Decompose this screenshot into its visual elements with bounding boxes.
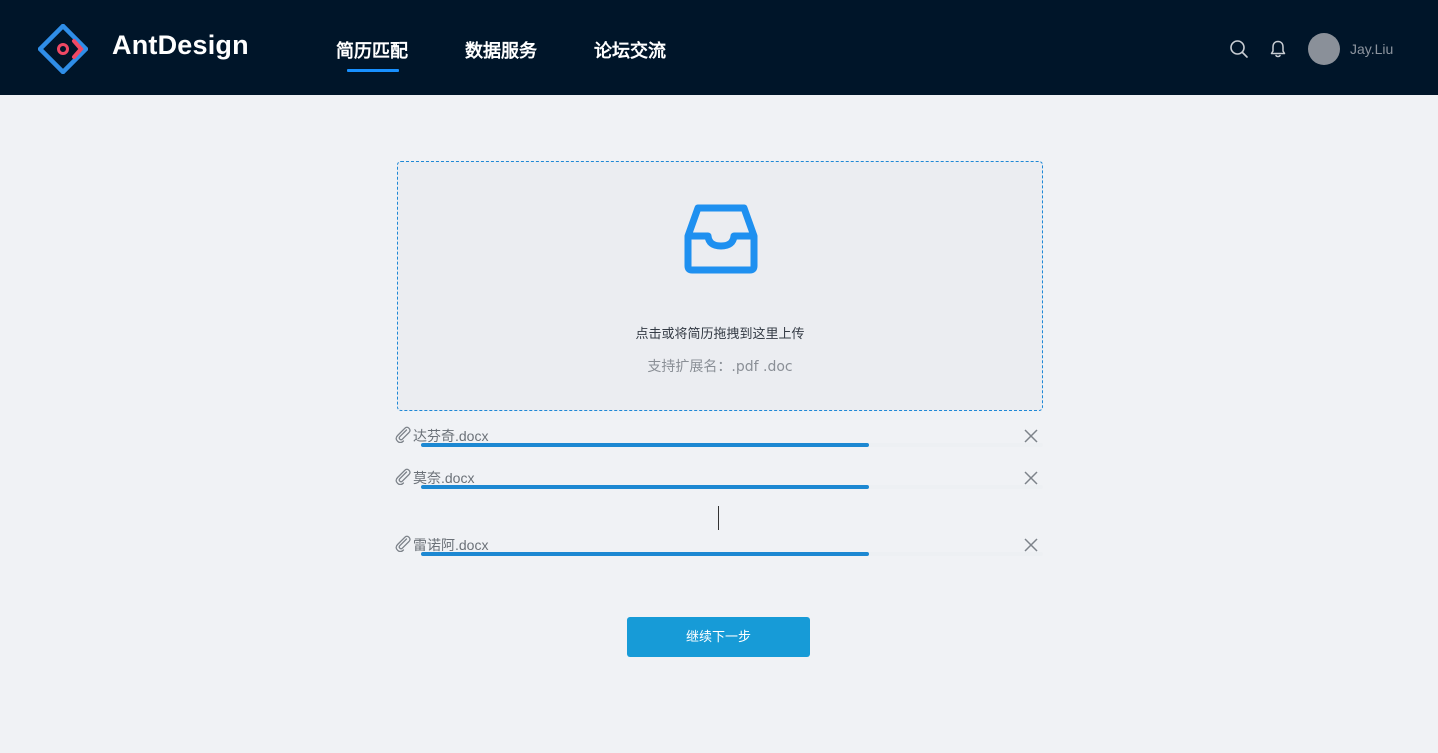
- upload-progress-fill: [421, 552, 869, 556]
- upload-progress-fill: [421, 485, 869, 489]
- upload-progress: [421, 443, 1043, 447]
- user-name[interactable]: Jay.Liu: [1350, 41, 1393, 57]
- file-list-item: 莫奈.docx: [394, 467, 1044, 507]
- next-step-button[interactable]: 继续下一步: [627, 617, 810, 657]
- file-list-item: 雷诺阿.docx: [394, 534, 1044, 574]
- nav-item-resume-match[interactable]: 简历匹配: [336, 37, 408, 63]
- nav-item-forum[interactable]: 论坛交流: [594, 37, 666, 63]
- paperclip-icon: [395, 426, 411, 443]
- logo-icon[interactable]: [38, 24, 88, 74]
- file-list-item: 达芬奇.docx: [394, 425, 1044, 465]
- brand-name: AntDesign: [112, 30, 249, 60]
- upload-progress: [421, 485, 1043, 489]
- upload-progress-fill: [421, 443, 869, 447]
- top-header: AntDesign 简历匹配 数据服务 论坛交流 Jay.Liu: [0, 0, 1438, 95]
- paperclip-icon: [395, 468, 411, 485]
- search-icon[interactable]: [1229, 39, 1249, 59]
- nav-item-data-service[interactable]: 数据服务: [465, 37, 537, 63]
- upload-dragger[interactable]: 点击或将简历拖拽到这里上传 支持扩展名：.pdf .doc: [397, 161, 1043, 411]
- text-cursor: [718, 506, 719, 530]
- upload-title: 点击或将简历拖拽到这里上传: [635, 327, 805, 342]
- inbox-icon: [684, 204, 758, 274]
- upload-progress: [421, 552, 1043, 556]
- bell-icon[interactable]: [1268, 39, 1288, 59]
- avatar[interactable]: [1308, 33, 1340, 65]
- nav-active-indicator: [347, 69, 399, 72]
- paperclip-icon: [395, 535, 411, 552]
- upload-hint: 支持扩展名：.pdf .doc: [647, 359, 793, 375]
